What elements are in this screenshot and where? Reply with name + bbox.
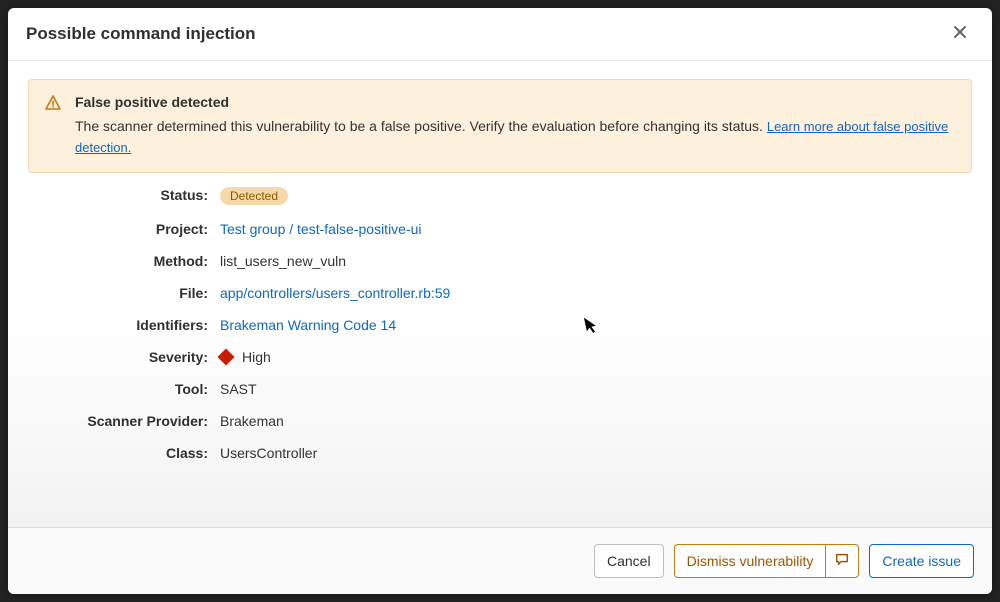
- modal-footer: Cancel Dismiss vulnerability Create issu…: [8, 527, 992, 594]
- project-label: Project:: [28, 221, 208, 237]
- dismiss-vulnerability-button[interactable]: Dismiss vulnerability: [674, 544, 826, 578]
- modal-title: Possible command injection: [26, 24, 256, 44]
- severity-text: High: [242, 349, 271, 365]
- file-label: File:: [28, 285, 208, 301]
- identifiers-label: Identifiers:: [28, 317, 208, 333]
- severity-high-icon: [218, 349, 235, 366]
- status-badge: Detected: [220, 187, 288, 205]
- file-value: app/controllers/users_controller.rb:59: [220, 285, 972, 301]
- cancel-button[interactable]: Cancel: [594, 544, 664, 578]
- scanner-provider-value: Brakeman: [220, 413, 972, 429]
- method-label: Method:: [28, 253, 208, 269]
- project-link[interactable]: Test group / test-false-positive-ui: [220, 221, 422, 237]
- identifier-link[interactable]: Brakeman Warning Code 14: [220, 317, 396, 333]
- details-grid: Status: Detected Project: Test group / t…: [28, 187, 972, 461]
- create-issue-button[interactable]: Create issue: [869, 544, 974, 578]
- class-label: Class:: [28, 445, 208, 461]
- alert-title: False positive detected: [75, 94, 955, 110]
- tool-label: Tool:: [28, 381, 208, 397]
- close-icon: [952, 23, 968, 45]
- status-value: Detected: [220, 187, 972, 205]
- status-label: Status:: [28, 187, 208, 205]
- scanner-provider-label: Scanner Provider:: [28, 413, 208, 429]
- modal-header: Possible command injection: [8, 8, 992, 61]
- severity-value: High: [220, 349, 972, 365]
- comment-icon: [835, 552, 849, 570]
- method-value: list_users_new_vuln: [220, 253, 972, 269]
- tool-value: SAST: [220, 381, 972, 397]
- modal-body: False positive detected The scanner dete…: [8, 61, 992, 527]
- alert-text: The scanner determined this vulnerabilit…: [75, 116, 955, 158]
- vulnerability-modal: Possible command injection False positiv…: [8, 8, 992, 594]
- dismiss-button-group: Dismiss vulnerability: [674, 544, 860, 578]
- alert-content: False positive detected The scanner dete…: [75, 94, 955, 158]
- severity-label: Severity:: [28, 349, 208, 365]
- project-value: Test group / test-false-positive-ui: [220, 221, 972, 237]
- alert-message: The scanner determined this vulnerabilit…: [75, 118, 767, 134]
- dismiss-comment-button[interactable]: [825, 544, 859, 578]
- class-value: UsersController: [220, 445, 972, 461]
- identifiers-value: Brakeman Warning Code 14: [220, 317, 972, 333]
- close-button[interactable]: [946, 22, 974, 46]
- warning-icon: [45, 95, 61, 111]
- file-link[interactable]: app/controllers/users_controller.rb:59: [220, 285, 450, 301]
- false-positive-alert: False positive detected The scanner dete…: [28, 79, 972, 173]
